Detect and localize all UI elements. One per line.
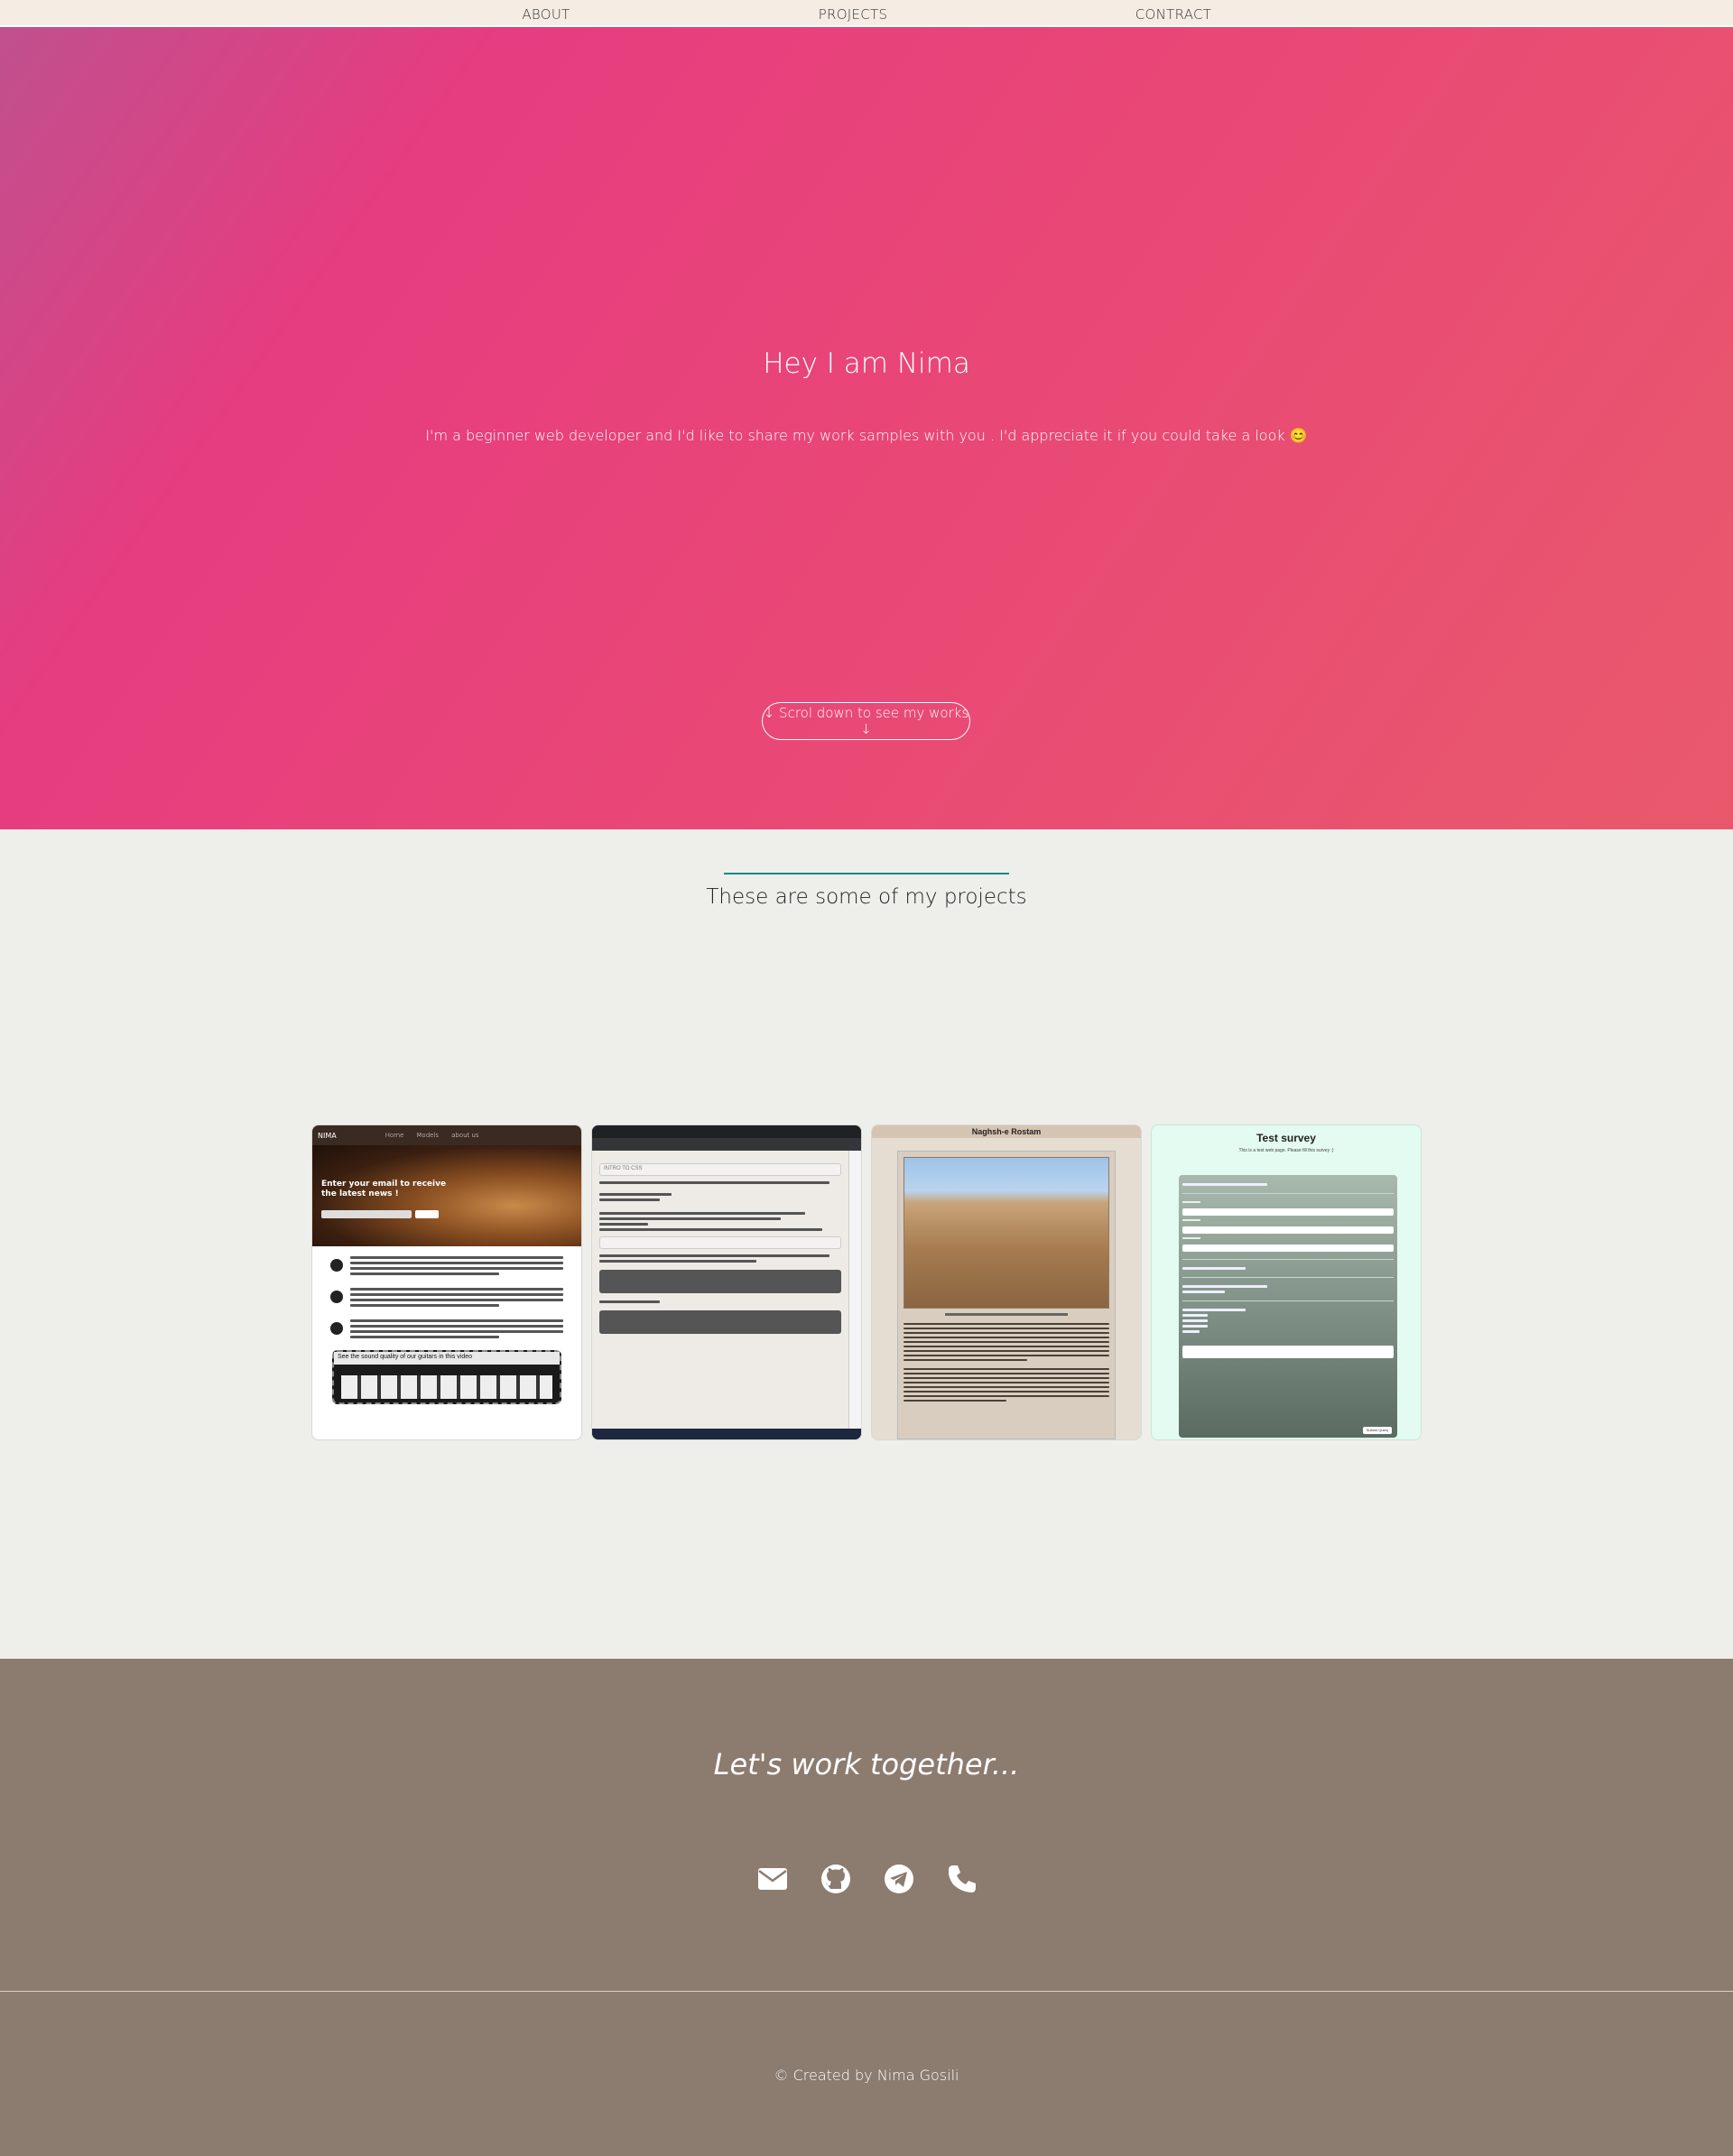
projects-section: These are some of my projects NIMA Home …: [0, 829, 1733, 1659]
email-field: [1182, 1226, 1394, 1234]
guitar-icon: [330, 1322, 343, 1335]
projects-heading-rule: [724, 873, 1009, 874]
card-newsletter-heading: Enter your email to receive the latest n…: [321, 1180, 447, 1198]
cubes-icon: [330, 1291, 343, 1303]
project-card-naghsh-e-rostam[interactable]: Naghsh-e Rostam: [871, 1124, 1142, 1440]
telegram-icon[interactable]: [883, 1863, 915, 1895]
leaf-icon: [330, 1259, 343, 1272]
age-field: [1182, 1245, 1394, 1252]
browser-sidebar: [848, 1151, 861, 1429]
card-nav-home: Home: [385, 1132, 404, 1139]
hero-section: Hey I am Nima I'm a beginner web develop…: [0, 27, 1733, 829]
name-field: [1182, 1208, 1394, 1216]
browser-tabs: [592, 1125, 861, 1138]
card-video-embed: See the sound quality of our guitars in …: [332, 1350, 561, 1404]
css-notes-page: INTRO TO CSS: [592, 1151, 848, 1429]
envelope-icon[interactable]: [756, 1863, 789, 1895]
video-thumbnail: [341, 1375, 552, 1399]
projects-heading: These are some of my projects: [706, 885, 1027, 909]
card-nav-about: about us: [451, 1132, 479, 1139]
footer-credit: © Created by Nima Gosili: [774, 2067, 959, 2084]
feature-row: [312, 1246, 581, 1278]
top-nav: ABOUT PROJECTS CONTRACT: [0, 0, 1733, 27]
naghsh-e-rostam-photo: [904, 1157, 1109, 1309]
nav-contact-link[interactable]: CONTRACT: [1135, 6, 1212, 23]
card-brand: NIMA: [318, 1131, 337, 1140]
video-caption: See the sound quality of our guitars in …: [334, 1352, 560, 1365]
phone-icon[interactable]: [946, 1863, 978, 1895]
browser-url-bar: [592, 1138, 861, 1151]
survey-subtitle: This is a test web page. Please fill thi…: [1238, 1148, 1334, 1153]
card-submit-button: [415, 1210, 439, 1218]
card-page-title: Naghsh-e Rostam: [872, 1125, 1141, 1138]
feature-row: [312, 1309, 581, 1341]
footer-heading: Let's work together...: [713, 1747, 1020, 1781]
project-card-test-survey[interactable]: Test survey This is a test web page. Ple…: [1151, 1124, 1422, 1440]
project-card-css-notes[interactable]: INTRO TO CSS: [591, 1124, 862, 1440]
footer-divider: [0, 1991, 1733, 1992]
scroll-down-button[interactable]: ↓ Scrol down to see my works ↓: [762, 702, 970, 740]
footer-section: Let's work together... © Created by Nima…: [0, 1659, 1733, 2156]
hero-title: Hey I am Nima: [763, 347, 970, 380]
guitar-hero-image: Enter your email to receive the latest n…: [312, 1145, 581, 1246]
survey-form: Submit Query: [1179, 1175, 1397, 1438]
photo-caption: [944, 1313, 1069, 1316]
about-yourself-textarea: [1182, 1346, 1394, 1358]
project-card-guitar-shop[interactable]: NIMA Home Models about us Enter your ema…: [311, 1124, 582, 1440]
notes-box: [599, 1236, 841, 1249]
article-frame: [897, 1151, 1116, 1439]
survey-submit-button: Submit Query: [1363, 1427, 1392, 1434]
hero-subtitle: I'm a beginner web developer and I'd lik…: [425, 427, 1308, 444]
github-icon[interactable]: [820, 1863, 852, 1895]
contact-icons: [756, 1863, 982, 1899]
code-block: [599, 1270, 841, 1293]
nav-about-link[interactable]: ABOUT: [522, 6, 570, 23]
notes-section-heading: INTRO TO CSS: [599, 1163, 841, 1176]
code-block: [599, 1310, 841, 1334]
feature-row: [312, 1278, 581, 1309]
card-navbar: NIMA Home Models about us: [312, 1125, 581, 1145]
card-email-field: [321, 1210, 412, 1218]
nav-projects-link[interactable]: PROJECTS: [819, 6, 888, 23]
survey-title: Test survey: [1256, 1132, 1316, 1144]
os-taskbar: [592, 1429, 861, 1439]
card-nav-models: Models: [416, 1132, 440, 1139]
project-cards: NIMA Home Models about us Enter your ema…: [311, 1124, 1422, 1440]
